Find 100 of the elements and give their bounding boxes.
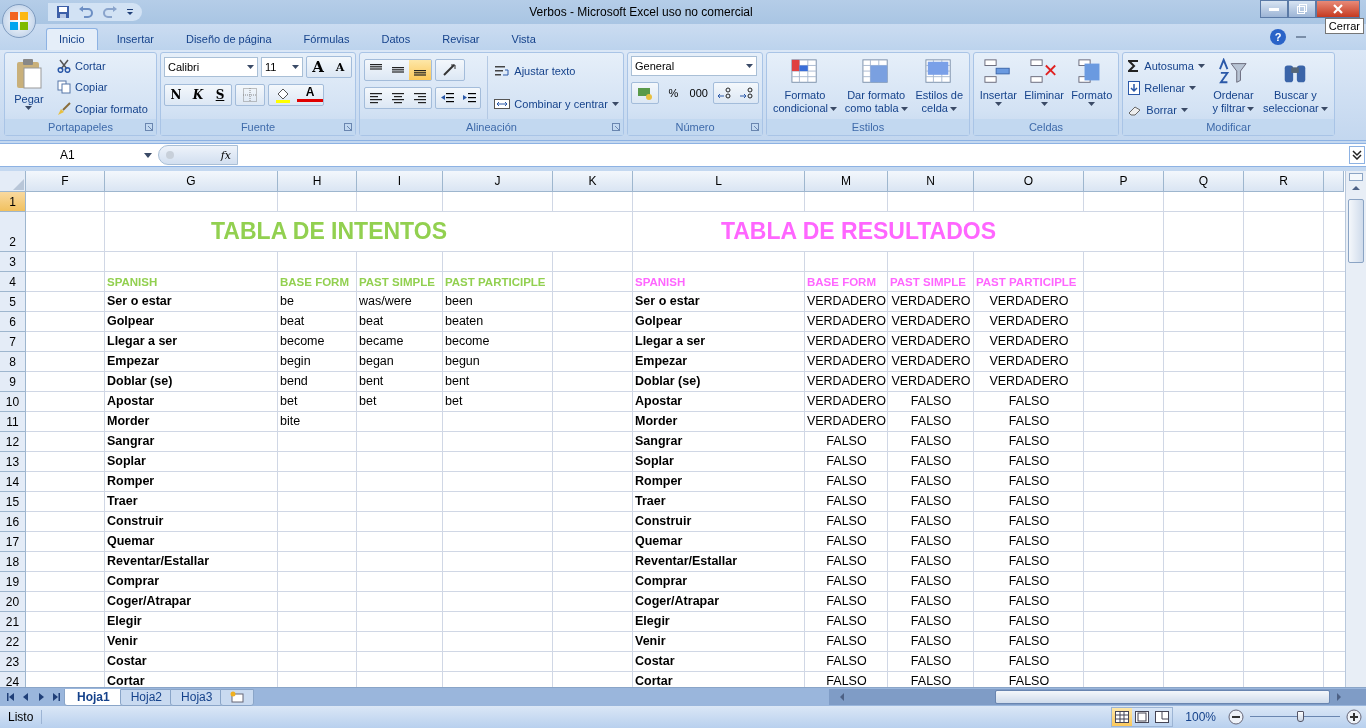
ribbon-button[interactable]: Copiar formato: [57, 102, 148, 117]
zoom-out-icon[interactable]: [1228, 709, 1244, 725]
row-header[interactable]: 8: [0, 352, 26, 372]
column-header[interactable]: P: [1084, 171, 1164, 192]
row-header[interactable]: 5: [0, 292, 26, 312]
row-header[interactable]: 6: [0, 312, 26, 332]
office-button[interactable]: [2, 4, 36, 38]
dialog-launcher-icon[interactable]: [751, 123, 759, 131]
column-header[interactable]: O: [974, 171, 1084, 192]
italic-button[interactable]: K: [187, 85, 209, 105]
row-header[interactable]: 12: [0, 432, 26, 452]
ribbon-tab[interactable]: Revisar: [429, 28, 493, 50]
horizontal-scrollbar[interactable]: [829, 689, 1366, 705]
column-header[interactable]: H: [278, 171, 357, 192]
ribbon-button[interactable]: Copiar: [57, 80, 148, 95]
column-header[interactable]: R: [1244, 171, 1324, 192]
ribbon-tab[interactable]: Inicio: [46, 28, 98, 50]
up-arrow-icon[interactable]: [1351, 185, 1361, 191]
row-header[interactable]: 19: [0, 572, 26, 592]
row-header[interactable]: 4: [0, 272, 26, 292]
font-size-field[interactable]: 11: [261, 57, 303, 77]
ribbon-button[interactable]: Formato: [1070, 56, 1114, 119]
sheet-tab[interactable]: Hoja1: [64, 688, 123, 706]
row-header[interactable]: 24: [0, 672, 26, 687]
grow-font-button[interactable]: A: [307, 57, 329, 77]
row-header[interactable]: 22: [0, 632, 26, 652]
ribbon-button[interactable]: Dar formato como tabla: [843, 56, 909, 119]
row-header[interactable]: 10: [0, 392, 26, 412]
ribbon-button[interactable]: Ordenar y filtrar: [1211, 56, 1256, 119]
ribbon-button[interactable]: Estilos de celda: [914, 56, 965, 119]
shrink-font-button[interactable]: A: [329, 57, 351, 77]
help-button[interactable]: ?: [1270, 29, 1286, 45]
column-header[interactable]: K: [553, 171, 633, 192]
row-header[interactable]: 14: [0, 472, 26, 492]
scroll-thumb[interactable]: [995, 690, 1330, 704]
orientation-button[interactable]: [435, 59, 466, 81]
column-header[interactable]: J: [443, 171, 553, 192]
paste-button[interactable]: Pegar: [13, 56, 45, 119]
ribbon-tab[interactable]: Datos: [368, 28, 424, 50]
ribbon-button[interactable]: Borrar: [1128, 103, 1205, 116]
column-header[interactable]: G: [105, 171, 278, 192]
font-color-button[interactable]: A: [297, 85, 323, 102]
next-sheet-icon[interactable]: [36, 692, 46, 702]
zoom-slider-thumb[interactable]: [1296, 711, 1304, 722]
ribbon-button[interactable]: Formato condicional: [771, 56, 838, 119]
ribbon-button[interactable]: Rellenar: [1128, 80, 1205, 95]
ribbon-button[interactable]: Cortar: [57, 58, 148, 73]
row-header[interactable]: 3: [0, 252, 26, 272]
underline-button[interactable]: S: [209, 85, 231, 105]
dialog-launcher-icon[interactable]: [145, 123, 153, 131]
name-box[interactable]: A1: [0, 145, 158, 165]
merge-center-button[interactable]: Combinar y centrar: [494, 96, 619, 111]
row-header[interactable]: 1: [0, 192, 26, 212]
column-header[interactable]: M: [805, 171, 888, 192]
insert-sheet-button[interactable]: [220, 688, 255, 706]
currency-button[interactable]: [631, 82, 660, 104]
vertical-align-button[interactable]: [409, 60, 432, 80]
previous-sheet-icon[interactable]: [21, 692, 31, 702]
column-header[interactable]: I: [357, 171, 443, 192]
customize-caret-icon[interactable]: [126, 7, 134, 17]
last-sheet-icon[interactable]: [51, 692, 61, 702]
percent-button[interactable]: %: [662, 83, 685, 103]
vertical-scrollbar[interactable]: [1345, 171, 1366, 687]
expand-formula-button[interactable]: [1349, 146, 1365, 164]
row-header[interactable]: 16: [0, 512, 26, 532]
close-button[interactable]: [1316, 0, 1360, 18]
row-header[interactable]: 7: [0, 332, 26, 352]
scroll-thumb[interactable]: [1348, 199, 1364, 263]
save-icon[interactable]: [56, 5, 70, 19]
minimize-button[interactable]: [1260, 0, 1288, 18]
ribbon-tab[interactable]: Fórmulas: [290, 28, 363, 50]
row-header[interactable]: 20: [0, 592, 26, 612]
zoom-in-icon[interactable]: [1346, 709, 1362, 725]
row-header[interactable]: 17: [0, 532, 26, 552]
ribbon-button[interactable]: Eliminar: [1023, 56, 1065, 119]
row-header[interactable]: 9: [0, 372, 26, 392]
split-handle[interactable]: [1349, 173, 1363, 181]
maximize-button[interactable]: [1288, 0, 1316, 18]
ribbon-tab[interactable]: Diseño de página: [173, 28, 285, 50]
ribbon-tab[interactable]: Vista: [498, 28, 549, 50]
column-header[interactable]: F: [26, 171, 105, 192]
zoom-level[interactable]: 100%: [1185, 710, 1216, 724]
dialog-launcher-icon[interactable]: [344, 123, 352, 131]
column-header[interactable]: N: [888, 171, 974, 192]
column-header[interactable]: Q: [1164, 171, 1244, 192]
row-header[interactable]: 23: [0, 652, 26, 672]
row-header[interactable]: 11: [0, 412, 26, 432]
row-header[interactable]: 15: [0, 492, 26, 512]
ribbon-tab[interactable]: Insertar: [103, 28, 167, 50]
ribbon-button[interactable]: Insertar: [978, 56, 1018, 119]
dialog-launcher-icon[interactable]: [612, 123, 620, 131]
bold-button[interactable]: N: [165, 85, 187, 105]
first-sheet-icon[interactable]: [6, 692, 16, 702]
number-format-field[interactable]: General: [631, 56, 757, 76]
row-header[interactable]: 21: [0, 612, 26, 632]
ribbon-button[interactable]: Buscar y seleccionar: [1262, 56, 1329, 119]
insert-function-button[interactable]: fx: [158, 145, 238, 165]
ribbon-button[interactable]: Autosuma: [1128, 59, 1205, 72]
view-button[interactable]: [1112, 708, 1133, 726]
row-header[interactable]: 2: [0, 212, 26, 252]
